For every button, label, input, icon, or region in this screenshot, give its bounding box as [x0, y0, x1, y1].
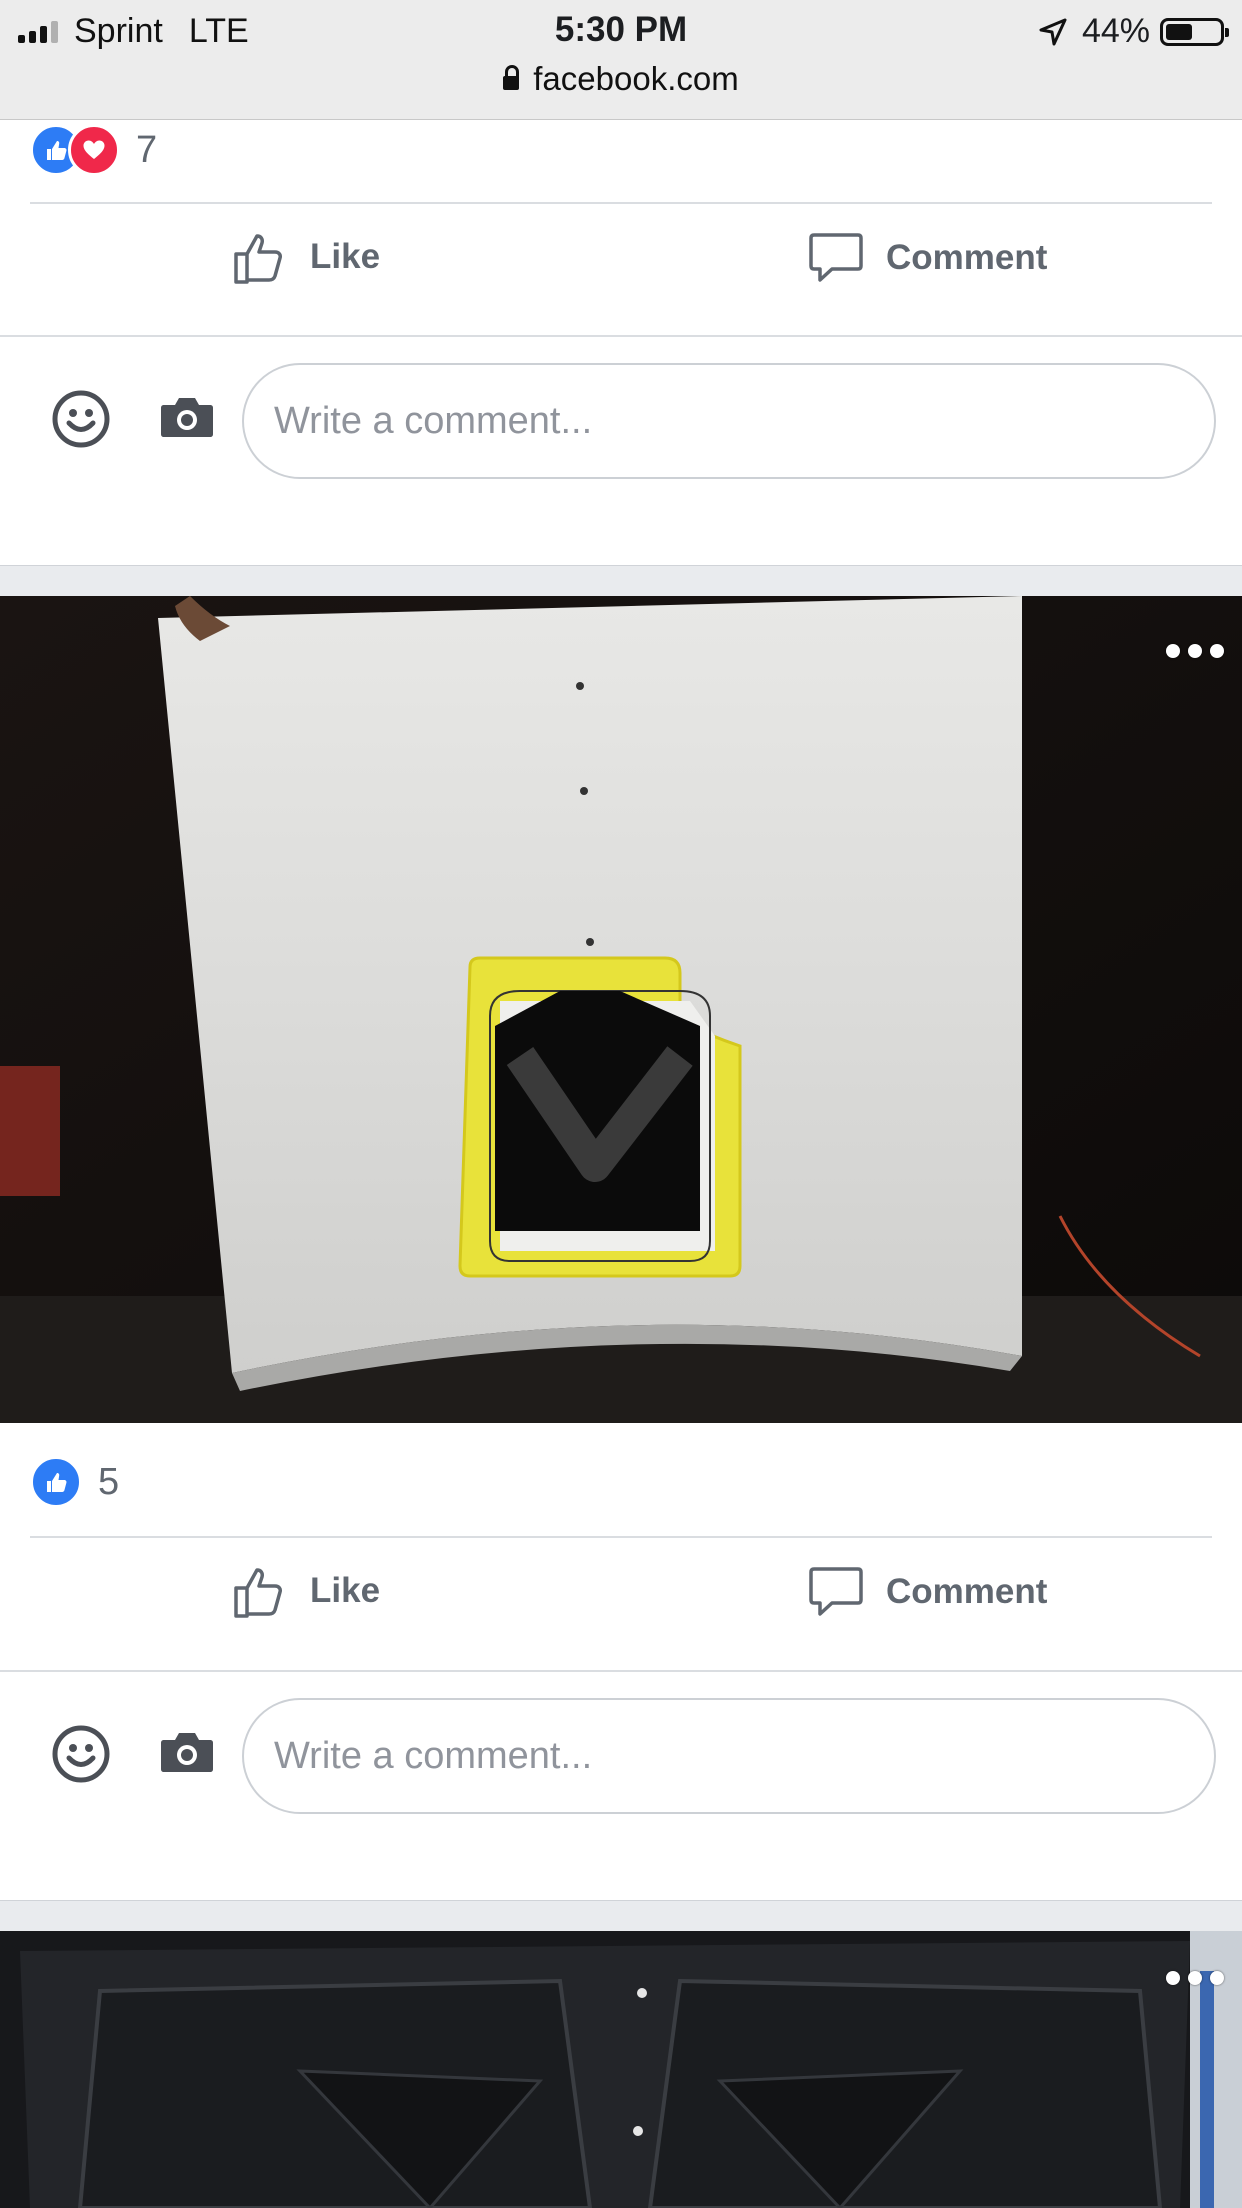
url-text: facebook.com	[533, 60, 739, 97]
location-arrow-icon	[1039, 18, 1067, 45]
divider	[0, 335, 1242, 337]
reactions-summary[interactable]: 7	[30, 124, 157, 176]
more-options-icon[interactable]	[1166, 1971, 1224, 1985]
heart-reaction-icon	[68, 124, 120, 176]
battery-percent: 44%	[1081, 12, 1150, 50]
comment-icon	[809, 1567, 863, 1616]
like-button[interactable]: Like	[232, 1562, 380, 1620]
comment-label: Comment	[886, 1572, 1048, 1611]
like-label: Like	[310, 237, 381, 276]
comment-input[interactable]	[242, 1698, 1216, 1814]
photo-car-hood	[0, 596, 1242, 1423]
lock-icon	[503, 65, 520, 90]
photo-hood-underside	[0, 1931, 1242, 2208]
reactions-summary[interactable]: 5	[30, 1456, 119, 1508]
post-card-1: 7 Like Comment	[0, 120, 1242, 566]
post-photo[interactable]	[0, 596, 1242, 1423]
thumbs-up-icon	[234, 234, 282, 284]
like-reaction-icon	[30, 1456, 82, 1508]
comment-button[interactable]: Comment	[808, 1564, 1047, 1620]
thumbs-up-icon	[234, 1568, 282, 1618]
divider	[30, 202, 1212, 204]
divider	[0, 1670, 1242, 1672]
post-photo[interactable]	[0, 1931, 1242, 2208]
more-options-icon[interactable]	[1166, 644, 1224, 658]
like-button[interactable]: Like	[232, 228, 380, 286]
url-bar[interactable]: facebook.com	[0, 60, 1242, 98]
reaction-count: 5	[98, 1460, 120, 1503]
divider	[30, 1536, 1212, 1538]
comment-button[interactable]: Comment	[808, 230, 1047, 286]
status-bar: Sprint LTE 5:30 PM 44% facebook.com	[0, 0, 1242, 120]
reaction-count: 7	[136, 128, 158, 171]
battery-icon	[1160, 17, 1229, 46]
comment-icon	[809, 233, 863, 282]
camera-icon[interactable]	[160, 1730, 214, 1774]
status-bar-right: 44%	[1038, 12, 1229, 51]
comment-input[interactable]	[242, 363, 1216, 479]
post-card-2: 5 Like Comment	[0, 596, 1242, 1901]
camera-icon[interactable]	[160, 395, 214, 439]
like-label: Like	[310, 1571, 381, 1610]
post-card-3	[0, 1931, 1242, 2208]
smiley-icon[interactable]	[52, 1725, 110, 1783]
comment-label: Comment	[886, 238, 1048, 277]
smiley-icon[interactable]	[52, 390, 110, 448]
